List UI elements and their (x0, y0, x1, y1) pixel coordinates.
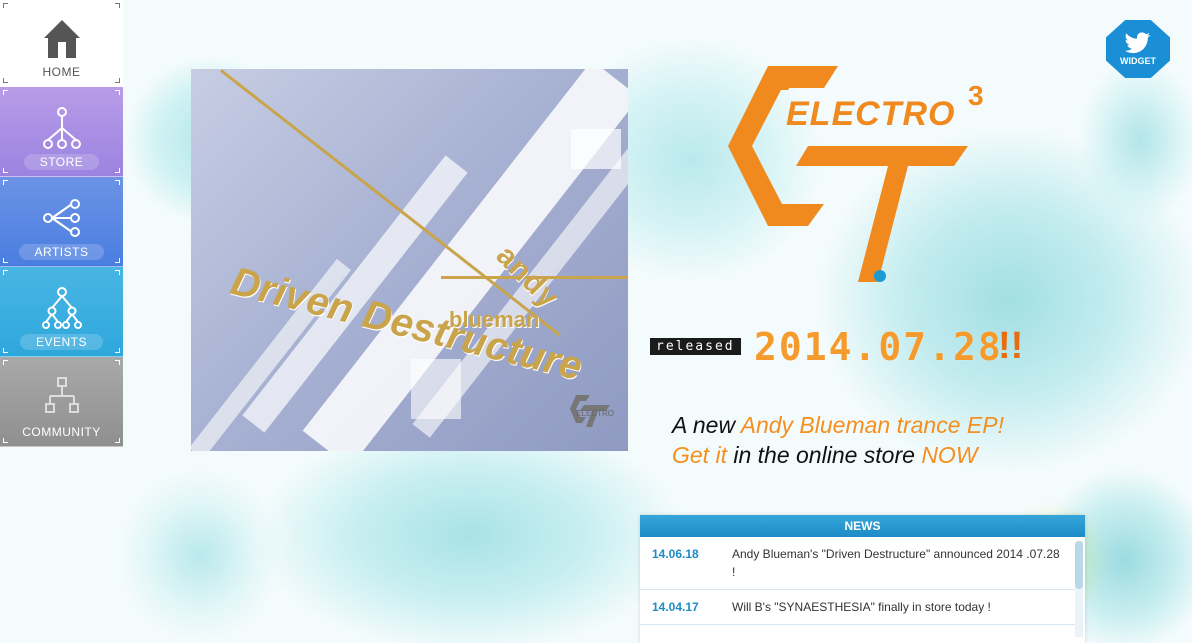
news-scrollbar-thumb[interactable] (1075, 541, 1083, 589)
news-item[interactable]: 14.06.18 Andy Blueman's "Driven Destruct… (640, 537, 1075, 590)
nav-community-label: COMMUNITY (22, 425, 101, 439)
tagline: A new Andy Blueman trance EP! Get it in … (672, 410, 1004, 470)
sidebar-nav: HOME STORE ARTISTS EVENTS COMMUNITY (0, 0, 123, 447)
artists-network-icon (42, 199, 80, 237)
nav-store-label: STORE (23, 154, 100, 170)
news-header: NEWS (640, 515, 1085, 537)
news-item[interactable]: 14.04.17 Will B's "SYNAESTHESIA" finally… (640, 590, 1075, 625)
album-logo-text: ELECTRO (576, 409, 614, 418)
nav-store[interactable]: STORE (0, 87, 123, 177)
tagline-middle: in the online store (726, 442, 922, 468)
news-date: 14.04.17 (652, 600, 699, 614)
logo-word: ELECTRO (786, 95, 956, 133)
nav-community[interactable]: COMMUNITY (0, 357, 123, 447)
events-tree-icon (41, 287, 82, 329)
tagline-get-it[interactable]: Get it (672, 442, 727, 468)
nav-artists[interactable]: ARTISTS (0, 177, 123, 267)
news-text[interactable]: Andy Blueman's "Driven Destructure" anno… (732, 545, 1063, 581)
twitter-widget-label: WIDGET (1120, 56, 1156, 66)
release-date: 2014.07.28 (754, 325, 1003, 369)
news-text[interactable]: Will B's "SYNAESTHESIA" finally in store… (732, 598, 1063, 616)
release-exclamation: !! (998, 325, 1024, 367)
store-tree-icon (42, 107, 81, 149)
twitter-bird-icon (1125, 32, 1151, 54)
nav-home[interactable]: HOME (0, 0, 123, 87)
nav-events-label: EVENTS (19, 334, 103, 350)
community-icon (44, 377, 79, 413)
tagline-prefix: A new (672, 412, 741, 438)
nav-events[interactable]: EVENTS (0, 267, 123, 357)
news-panel: NEWS 14.06.18 Andy Blueman's "Driven Des… (640, 515, 1085, 643)
released-label: released (650, 338, 741, 355)
tagline-highlight: Andy Blueman trance EP! (740, 412, 1004, 438)
home-icon (43, 20, 80, 58)
tagline-now[interactable]: NOW (921, 442, 977, 468)
album-cover[interactable]: andy blueman Driven Destructure ELECTRO (191, 69, 628, 451)
nav-artists-label: ARTISTS (18, 244, 105, 260)
nav-home-label: HOME (42, 65, 81, 79)
news-date: 14.06.18 (652, 547, 699, 561)
logo-superscript: 3 (968, 80, 984, 111)
